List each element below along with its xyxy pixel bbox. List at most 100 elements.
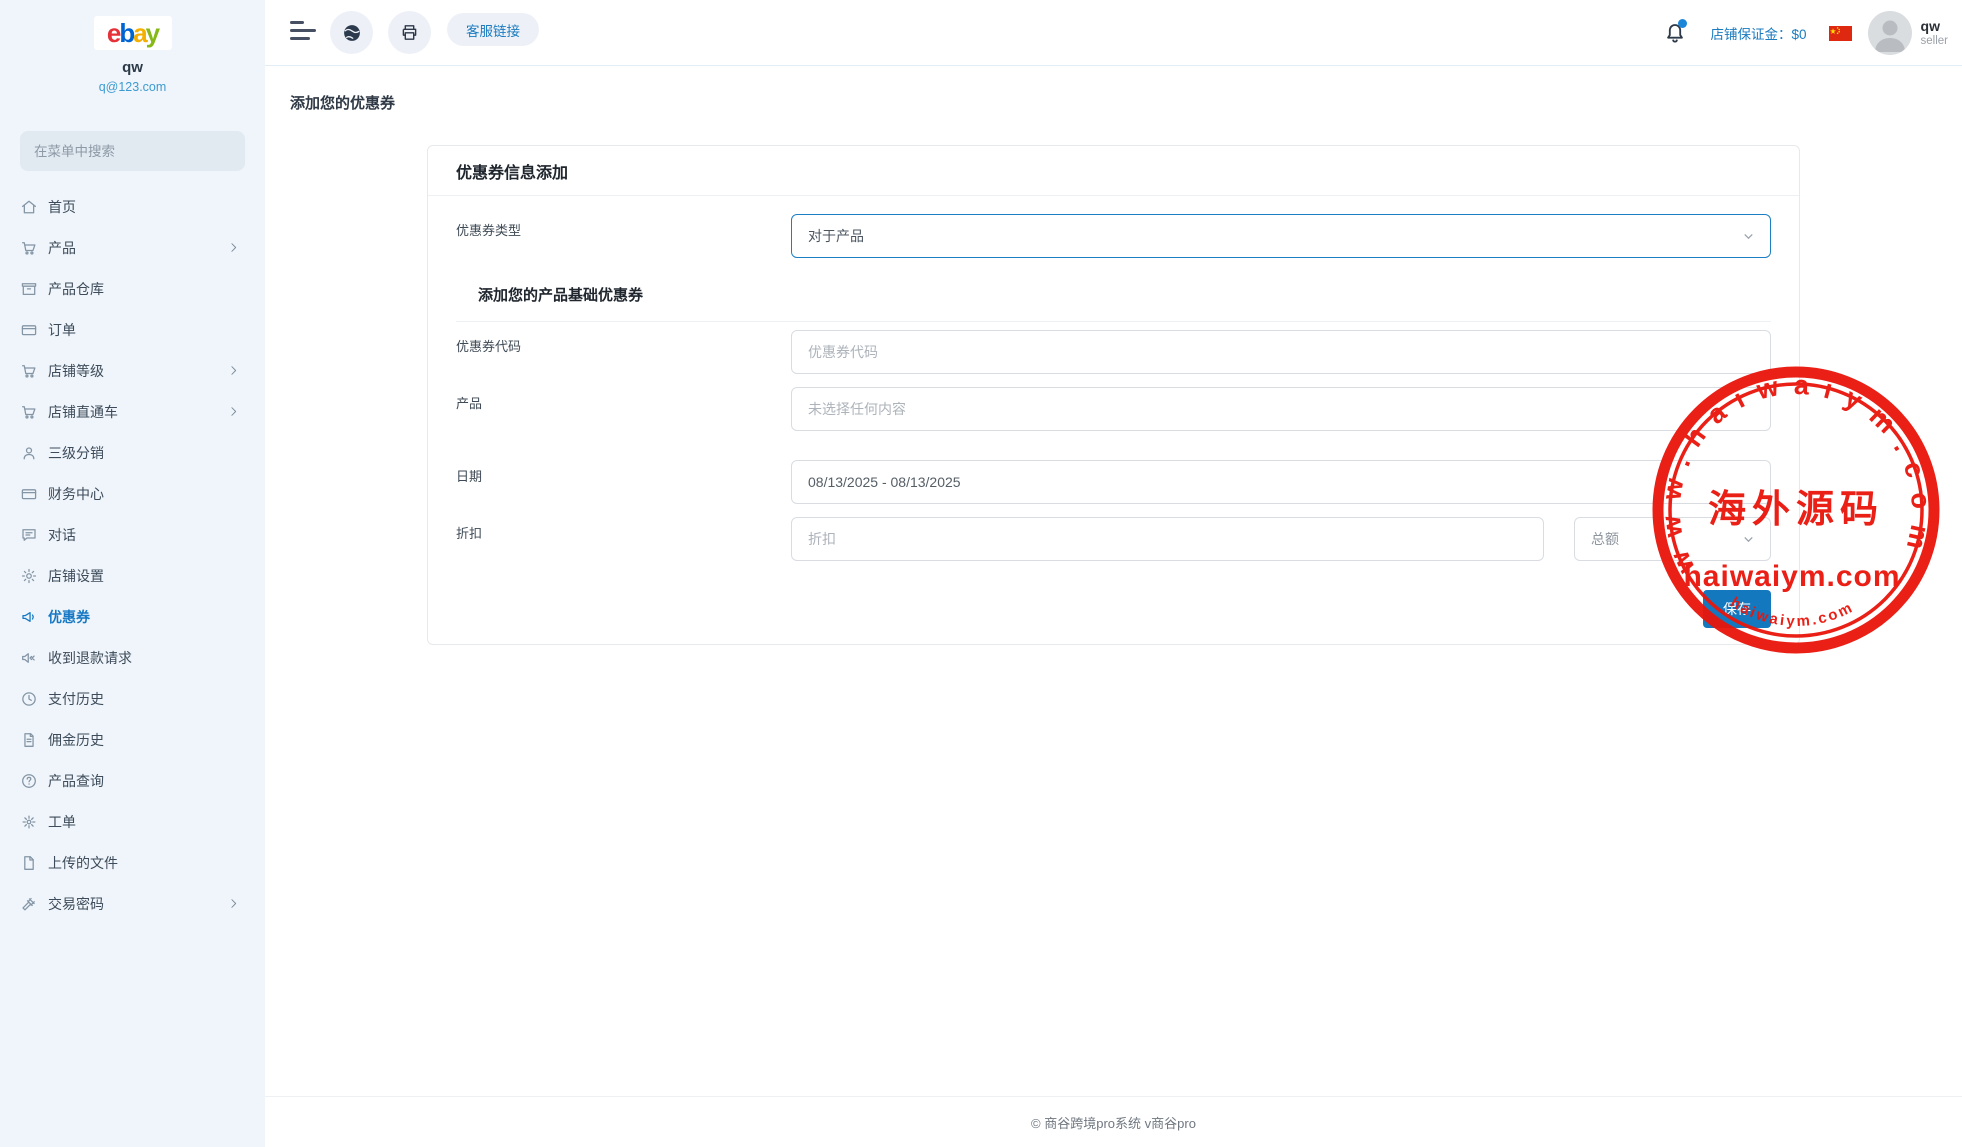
sidebar-item-gear[interactable]: 店铺设置 xyxy=(0,555,265,596)
topbar-user[interactable]: qw seller xyxy=(1921,18,1948,49)
printer-icon xyxy=(399,22,420,43)
menu-toggle-icon[interactable] xyxy=(290,21,316,45)
sidebar-item-cart[interactable]: 产品 xyxy=(0,227,265,268)
coupon-type-select[interactable]: 对于产品 xyxy=(791,214,1771,258)
clock-icon xyxy=(20,690,38,708)
sidebar-item-label: 佣金历史 xyxy=(48,730,104,750)
discount-input[interactable] xyxy=(791,517,1544,561)
save-button[interactable]: 保存 xyxy=(1703,590,1771,628)
ebay-logo[interactable]: ebay xyxy=(94,16,172,50)
section-title: 添加您的产品基础优惠券 xyxy=(478,284,1771,305)
sidebar-item-label: 优惠券 xyxy=(48,607,90,627)
page-title: 添加您的优惠券 xyxy=(290,92,395,113)
sidebar-item-label: 订单 xyxy=(48,320,76,340)
sidebar-item-label: 工单 xyxy=(48,812,76,832)
sidebar: ebay qw q@123.com 首页产品产品仓库订单店铺等级店铺直通车三级分… xyxy=(0,0,265,1147)
sidebar-item-clock[interactable]: 支付历史 xyxy=(0,678,265,719)
sidebar-user-name: qw xyxy=(0,59,265,76)
sidebar-item-label: 产品查询 xyxy=(48,771,104,791)
sidebar-item-label: 首页 xyxy=(48,197,76,217)
home-icon xyxy=(20,198,38,216)
menu-search-input[interactable] xyxy=(20,131,245,171)
print-button[interactable] xyxy=(388,11,431,54)
gear-icon xyxy=(20,567,38,585)
support-link-button[interactable]: 客服链接 xyxy=(447,13,539,46)
sidebar-item-file[interactable]: 上传的文件 xyxy=(0,842,265,883)
archive-icon xyxy=(20,280,38,298)
topbar: 客服链接 店铺保证金：$0 qw seller xyxy=(265,0,1962,66)
sidebar-item-cog[interactable]: 工单 xyxy=(0,801,265,842)
avatar[interactable] xyxy=(1868,11,1912,55)
divider xyxy=(456,321,1771,322)
sidebar-item-label: 店铺直通车 xyxy=(48,402,118,422)
chevron-right-icon xyxy=(227,405,240,418)
sidebar-item-label: 财务中心 xyxy=(48,484,104,504)
sidebar-item-label: 店铺等级 xyxy=(48,361,104,381)
language-globe-button[interactable] xyxy=(330,11,373,54)
cart-icon xyxy=(20,362,38,380)
sidebar-item-megaphone[interactable]: 优惠券 xyxy=(0,596,265,637)
sidebar-item-label: 三级分销 xyxy=(48,443,104,463)
store-deposit-link[interactable]: 店铺保证金：$0 xyxy=(1710,23,1806,43)
china-flag-icon[interactable] xyxy=(1829,26,1852,41)
chevron-right-icon xyxy=(227,364,240,377)
document-icon xyxy=(20,731,38,749)
footer: © 商谷跨境pro系统 v商谷pro xyxy=(265,1096,1962,1147)
sidebar-item-label: 店铺设置 xyxy=(48,566,104,586)
date-label: 日期 xyxy=(456,460,791,504)
user-icon xyxy=(20,444,38,462)
gavel-icon xyxy=(20,895,38,913)
coupon-code-label: 优惠券代码 xyxy=(456,330,791,374)
product-input[interactable] xyxy=(791,387,1771,431)
sidebar-item-gavel[interactable]: 交易密码 xyxy=(0,883,265,924)
product-label: 产品 xyxy=(456,387,791,431)
sidebar-item-cart[interactable]: 店铺等级 xyxy=(0,350,265,391)
sidebar-item-card[interactable]: 财务中心 xyxy=(0,473,265,514)
chevron-right-icon xyxy=(227,897,240,910)
file-icon xyxy=(20,854,38,872)
sidebar-item-label: 上传的文件 xyxy=(48,853,118,873)
date-range-input[interactable] xyxy=(791,460,1771,504)
sidebar-item-cart[interactable]: 店铺直通车 xyxy=(0,391,265,432)
main-content: 添加您的优惠券 优惠券信息添加 优惠券类型 对于产品 添加您的产品基础优惠券 优… xyxy=(265,66,1962,1147)
sidebar-item-user[interactable]: 三级分销 xyxy=(0,432,265,473)
sidebar-item-archive[interactable]: 产品仓库 xyxy=(0,268,265,309)
logo-letter-b: b xyxy=(119,20,133,46)
card-icon xyxy=(20,485,38,503)
logo-letter-e: e xyxy=(107,20,119,46)
sidebar-item-document[interactable]: 佣金历史 xyxy=(0,719,265,760)
sidebar-item-question[interactable]: 产品查询 xyxy=(0,760,265,801)
coupon-card: 优惠券信息添加 优惠券类型 对于产品 添加您的产品基础优惠券 优惠券代码 xyxy=(427,145,1800,645)
discount-label: 折扣 xyxy=(456,517,791,561)
sidebar-item-label: 支付历史 xyxy=(48,689,104,709)
cart-icon xyxy=(20,403,38,421)
discount-type-select[interactable]: 总额 xyxy=(1574,517,1771,561)
cog-icon xyxy=(20,813,38,831)
cart-icon xyxy=(20,239,38,257)
card-icon xyxy=(20,321,38,339)
chevron-down-icon xyxy=(1741,532,1756,547)
sidebar-menu: 首页产品产品仓库订单店铺等级店铺直通车三级分销财务中心对话店铺设置优惠券收到退款… xyxy=(0,186,265,924)
sidebar-item-label: 产品仓库 xyxy=(48,279,104,299)
sidebar-item-chat[interactable]: 对话 xyxy=(0,514,265,555)
notifications-button[interactable] xyxy=(1662,19,1688,47)
question-icon xyxy=(20,772,38,790)
card-title: 优惠券信息添加 xyxy=(428,146,1799,196)
sidebar-item-label: 对话 xyxy=(48,525,76,545)
logo-letter-a: a xyxy=(133,20,145,46)
volume-icon xyxy=(20,649,38,667)
sidebar-item-label: 收到退款请求 xyxy=(48,648,132,668)
megaphone-icon xyxy=(20,608,38,626)
coupon-code-input[interactable] xyxy=(791,330,1771,374)
globe-icon xyxy=(341,22,363,44)
sidebar-item-label: 产品 xyxy=(48,238,76,258)
coupon-type-label: 优惠券类型 xyxy=(456,214,791,258)
logo-letter-y: y xyxy=(146,20,158,46)
sidebar-item-volume[interactable]: 收到退款请求 xyxy=(0,637,265,678)
chevron-right-icon xyxy=(227,241,240,254)
sidebar-item-label: 交易密码 xyxy=(48,894,104,914)
sidebar-item-card[interactable]: 订单 xyxy=(0,309,265,350)
chat-icon xyxy=(20,526,38,544)
sidebar-item-home[interactable]: 首页 xyxy=(0,186,265,227)
sidebar-user-email[interactable]: q@123.com xyxy=(0,80,265,94)
